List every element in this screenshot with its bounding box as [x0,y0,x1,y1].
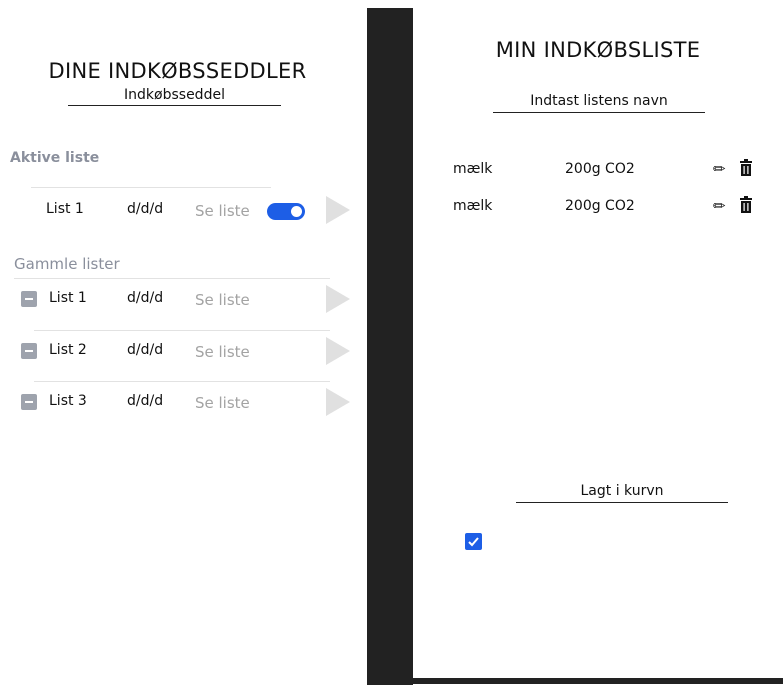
pencil-icon[interactable]: ✏ [713,197,726,215]
see-list-link[interactable]: Se liste [195,291,250,309]
list-date: d/d/d [127,201,164,217]
list-name: List 2 [49,342,87,358]
trash-icon[interactable] [739,196,753,214]
list-item: mælk 200g CO2 ✏ [413,158,783,182]
basket-heading: Lagt i kurvn [516,483,728,503]
see-list-link[interactable]: Se liste [195,343,250,361]
toggle-knob [291,206,302,217]
divider [31,187,271,188]
basket-checkbox[interactable] [465,533,482,550]
shopping-list-pane: MIN INDKØBSLISTE mælk 200g CO2 ✏ mælk 20… [413,8,783,684]
active-list-row: List 1 d/d/d Se liste [0,196,367,226]
pencil-icon[interactable]: ✏ [713,160,726,178]
page-title: DINE INDKØBSSEDDLER [48,59,307,83]
pane-divider [367,8,413,685]
play-arrow-icon[interactable] [326,196,350,224]
list-item: List 3 d/d/d Se liste [0,388,367,418]
minus-icon[interactable] [21,394,37,410]
play-arrow-icon[interactable] [326,285,350,313]
minus-icon[interactable] [21,343,37,359]
check-icon [468,537,479,547]
play-arrow-icon[interactable] [326,337,350,365]
old-lists-heading: Gammle lister [14,255,120,273]
active-toggle[interactable] [267,203,305,220]
list-name: List 1 [49,290,87,306]
list-name: List 1 [46,201,84,217]
list-item: mælk 200g CO2 ✏ [413,195,783,219]
list-date: d/d/d [127,290,164,306]
saved-lists-pane: DINE INDKØBSSEDDLER Indkøbsseddel Aktive… [0,0,367,685]
divider [34,381,330,382]
item-name: mælk [453,198,493,214]
list-date: d/d/d [127,342,164,358]
list-date: d/d/d [127,393,164,409]
list-name: List 3 [49,393,87,409]
divider [14,278,330,279]
list-item: List 1 d/d/d Se liste [0,285,367,315]
minus-icon[interactable] [21,291,37,307]
item-name: mælk [453,161,493,177]
divider [34,330,330,331]
list-title: MIN INDKØBSLISTE [495,38,701,62]
active-list-heading: Aktive liste [10,150,100,166]
see-list-link[interactable]: Se liste [195,394,250,412]
item-co2: 200g CO2 [565,161,635,177]
see-list-link[interactable]: Se liste [195,202,250,220]
list-item: List 2 d/d/d Se liste [0,337,367,367]
item-co2: 200g CO2 [565,198,635,214]
trash-icon[interactable] [739,159,753,177]
list-name-field[interactable]: Indkøbsseddel [68,87,281,106]
play-arrow-icon[interactable] [326,388,350,416]
list-name-input[interactable] [493,93,705,113]
